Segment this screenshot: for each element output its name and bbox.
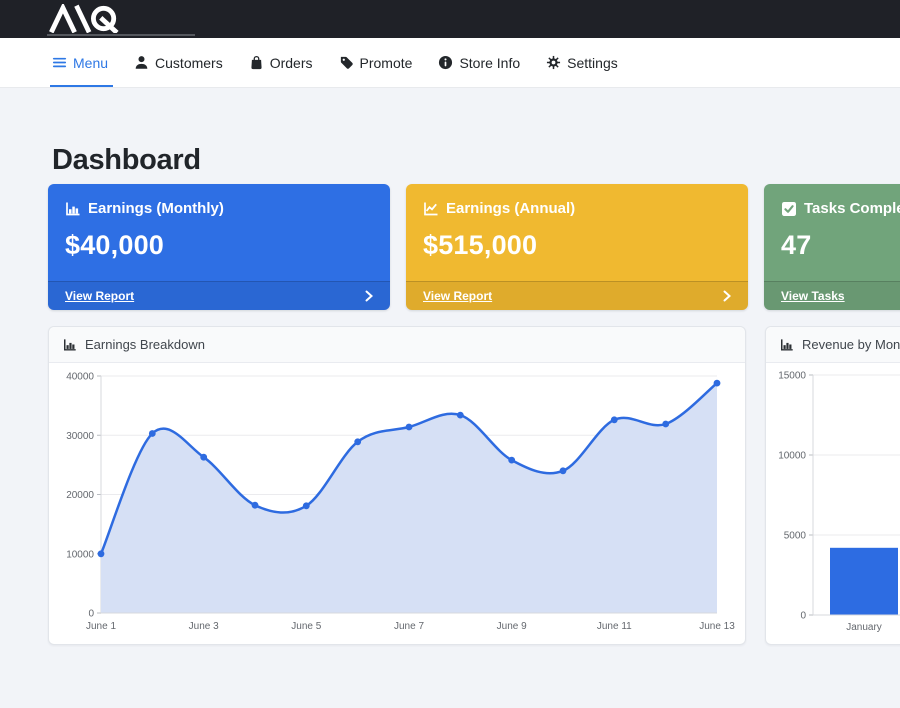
nav-item-label: Settings <box>567 55 618 71</box>
info-icon <box>438 55 453 70</box>
svg-text:20000: 20000 <box>66 490 94 501</box>
svg-text:30000: 30000 <box>66 431 94 442</box>
stat-card-value: $515,000 <box>423 230 731 261</box>
svg-text:June 5: June 5 <box>291 621 321 632</box>
topbar <box>0 0 900 38</box>
user-icon <box>134 55 149 70</box>
check-square-icon <box>781 201 797 217</box>
nav-item-label: Menu <box>73 55 108 71</box>
svg-text:June 1: June 1 <box>86 621 116 632</box>
revenue-by-month-header: Revenue by Month <box>766 327 900 363</box>
nav-item-promote[interactable]: Promote <box>339 38 413 87</box>
stat-card-title: Earnings (Monthly) <box>88 200 224 217</box>
bar-chart-icon <box>780 338 794 352</box>
brand-underline <box>47 34 195 36</box>
svg-text:0: 0 <box>800 611 806 622</box>
nav-item-menu[interactable]: Menu <box>52 38 108 87</box>
nav-item-label: Customers <box>155 55 223 71</box>
view-tasks-link[interactable]: View Tasks <box>764 281 900 310</box>
page-title: Dashboard <box>52 144 201 177</box>
stat-card-title: Tasks Completed <box>804 200 900 217</box>
menu-icon <box>52 55 67 70</box>
svg-text:June 9: June 9 <box>497 621 527 632</box>
stat-card-tasks-completed: Tasks Completed 47 View Tasks <box>764 184 900 310</box>
bar-chart-icon <box>63 338 77 352</box>
svg-text:10000: 10000 <box>66 549 94 560</box>
svg-text:June 13: June 13 <box>699 621 735 632</box>
earnings-breakdown-card: Earnings Breakdown 0 10000 20000 30000 40000… <box>48 326 746 645</box>
stat-card-earnings-monthly: Earnings (Monthly) $40,000 View Report <box>48 184 390 310</box>
chart-title: Revenue by Month <box>802 337 900 352</box>
svg-text:June 7: June 7 <box>394 621 424 632</box>
gear-icon <box>546 55 561 70</box>
view-report-link[interactable]: View Report <box>406 281 748 310</box>
nav-item-customers[interactable]: Customers <box>134 38 223 87</box>
svg-text:5000: 5000 <box>784 531 807 542</box>
view-report-link[interactable]: View Report <box>48 281 390 310</box>
nav-item-settings[interactable]: Settings <box>546 38 618 87</box>
main-nav: Menu Customers Orders Promote Store Info <box>0 38 900 88</box>
svg-text:10000: 10000 <box>778 451 806 462</box>
line-chart-icon <box>423 201 439 217</box>
revenue-by-month-chart: 0 5000 10000 15000 January <box>766 363 900 645</box>
svg-text:June 11: June 11 <box>597 621 632 632</box>
earnings-breakdown-chart: 0 10000 20000 30000 40000 June 1 June 3 June 5 J… <box>49 363 747 645</box>
bag-icon <box>249 55 264 70</box>
svg-text:40000: 40000 <box>66 372 94 383</box>
nav-item-store-info[interactable]: Store Info <box>438 38 520 87</box>
bar-chart-icon <box>65 201 81 217</box>
earnings-breakdown-header: Earnings Breakdown <box>49 327 745 363</box>
stat-card-title: Earnings (Annual) <box>446 200 575 217</box>
revenue-by-month-card: Revenue by Month 0 5000 10000 15000 January <box>765 326 900 645</box>
nav-item-label: Promote <box>360 55 413 71</box>
stat-card-earnings-annual: Earnings (Annual) $515,000 View Report <box>406 184 748 310</box>
nav-item-label: Orders <box>270 55 313 71</box>
svg-text:January: January <box>846 622 882 633</box>
chevron-right-icon <box>365 290 373 302</box>
stat-card-value: 47 <box>781 230 900 261</box>
svg-text:0: 0 <box>88 609 94 620</box>
nav-item-label: Store Info <box>459 55 520 71</box>
chevron-right-icon <box>723 290 731 302</box>
svg-text:15000: 15000 <box>778 371 806 382</box>
tag-icon <box>339 55 354 70</box>
stat-card-value: $40,000 <box>65 230 373 261</box>
svg-text:June 3: June 3 <box>189 621 219 632</box>
brand-logo[interactable] <box>46 4 136 33</box>
nav-item-orders[interactable]: Orders <box>249 38 313 87</box>
chart-title: Earnings Breakdown <box>85 337 205 352</box>
